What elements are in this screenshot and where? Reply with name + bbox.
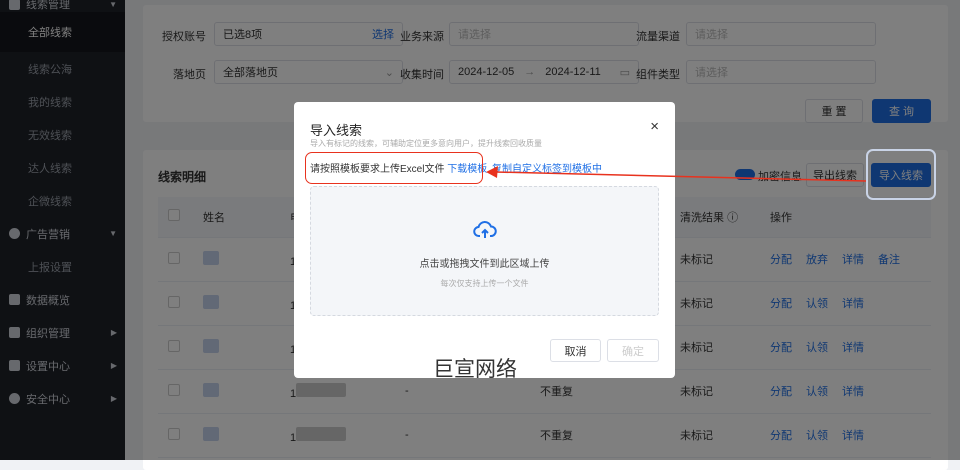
annotation-arrow bbox=[486, 166, 867, 182]
watermark-text: 巨宣网络 bbox=[433, 358, 517, 381]
